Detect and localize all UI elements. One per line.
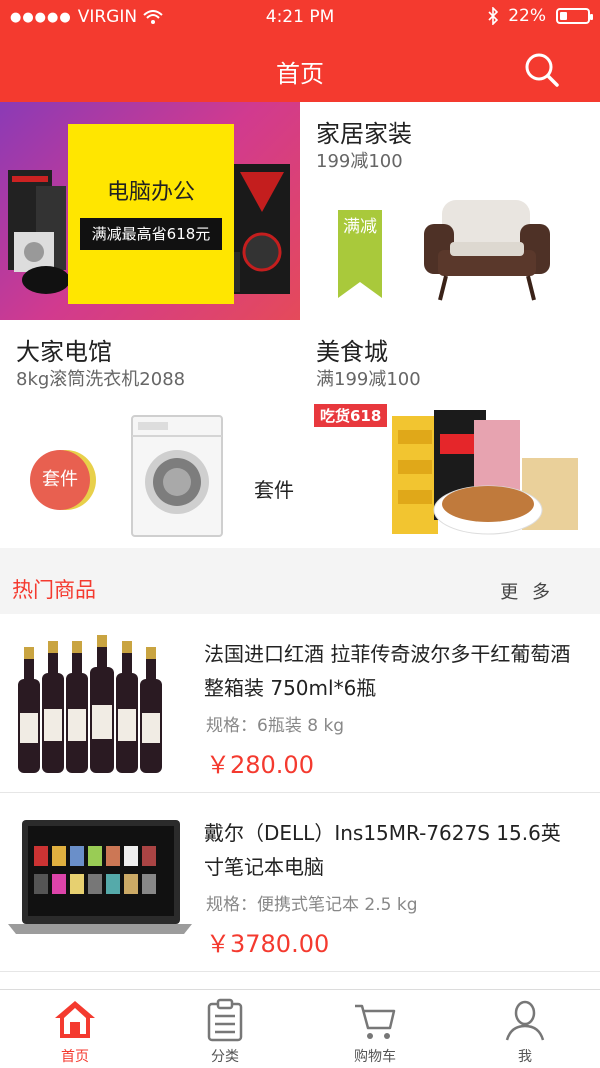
hot-products-header: 热门商品 更 多	[0, 548, 600, 614]
snacks-image	[392, 410, 578, 535]
home-icon	[55, 1001, 95, 1038]
battery-icon	[556, 8, 593, 24]
page-title: 首页	[276, 60, 324, 88]
status-bar: ●●●●● VIRGIN 4:21 PM 22%	[0, 0, 600, 34]
product-spec: 规格：6瓶装 8 kg	[206, 716, 345, 736]
tab-label: 分类	[211, 1049, 239, 1065]
laptop-image	[8, 820, 192, 934]
product-card[interactable]: 戴尔（DELL）Ins15MR-7627S 15.6英寸笔记本电脑 规格：便携式…	[0, 794, 600, 972]
product-spec: 规格：便携式笔记本 2.5 kg	[206, 895, 418, 915]
category-list-icon	[207, 998, 243, 1042]
tab-home[interactable]: 首页	[0, 990, 150, 1068]
promo-title: 大家电馆	[16, 338, 112, 366]
kit-label: 套件	[254, 478, 294, 502]
promo-subtitle: 满减最高省618元	[80, 218, 222, 250]
promo-highlight-box	[68, 124, 234, 304]
tab-label: 首页	[61, 1049, 89, 1065]
promo-subtitle: 满199减100	[316, 369, 421, 390]
promo-computer-office[interactable]: 电脑办公 满减最高省618元	[0, 102, 300, 320]
user-icon	[505, 1000, 545, 1041]
promo-title: 家居家装	[316, 120, 412, 148]
promo-subtitle: 199减100	[316, 151, 403, 172]
tab-cart[interactable]: 购物车	[300, 990, 450, 1068]
tab-bar: 首页 分类 购物车 我	[0, 989, 600, 1067]
product-price: ￥3780.00	[206, 930, 330, 958]
foodie-tag: 吃货618	[314, 404, 388, 427]
bluetooth-icon	[488, 7, 499, 25]
wine-bottles-image	[18, 635, 162, 773]
promo-title: 美食城	[316, 338, 388, 366]
cart-icon	[355, 1004, 396, 1039]
top-bar: ●●●●● VIRGIN 4:21 PM 22% 首页	[0, 0, 600, 102]
armchair-image	[424, 200, 550, 301]
product-name: 戴尔（DELL）Ins15MR-7627S 15.6英寸笔记本电脑	[204, 821, 561, 879]
promo-title: 电脑办公	[106, 180, 195, 205]
more-link[interactable]: 更 多	[500, 578, 554, 604]
product-price: ￥280.00	[206, 751, 314, 779]
product-card[interactable]: 法国进口红酒 拉菲传奇波尔多干红葡萄酒 整箱装 750ml*6瓶 规格：6瓶装 …	[0, 615, 600, 793]
tab-label: 我	[518, 1049, 532, 1065]
ribbon-label: 满减	[343, 217, 377, 237]
promo-food-city[interactable]: 美食城 满199减100 吃货618	[300, 320, 600, 548]
section-title: 热门商品	[12, 578, 96, 602]
promo-large-appliances[interactable]: 大家电馆 8kg滚筒洗衣机2088 套件 套件	[0, 320, 300, 548]
promo-subtitle: 8kg滚筒洗衣机2088	[16, 369, 186, 390]
kit-badge: 套件	[30, 450, 90, 510]
battery-percent: 22%	[508, 6, 546, 26]
promo-home-furnishing[interactable]: 家居家装 199减100 满减	[300, 102, 600, 320]
tab-label: 购物车	[354, 1049, 396, 1065]
tab-me[interactable]: 我	[450, 990, 600, 1068]
washing-machine-image	[131, 415, 223, 537]
product-name: 法国进口红酒 拉菲传奇波尔多干红葡萄酒 整箱装 750ml*6瓶	[204, 642, 571, 700]
tab-category[interactable]: 分类	[150, 990, 300, 1068]
search-icon[interactable]	[524, 52, 560, 88]
